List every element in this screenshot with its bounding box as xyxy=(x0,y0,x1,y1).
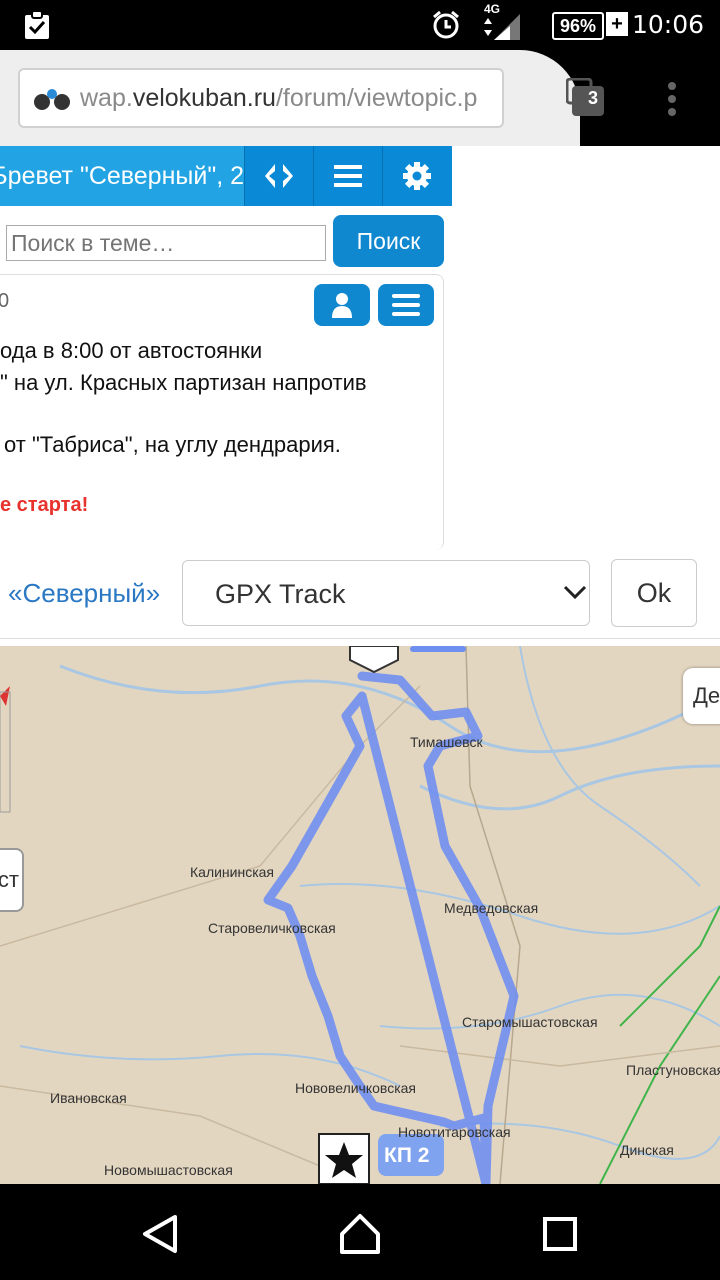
hamburger-icon xyxy=(334,165,362,187)
map-label: Динская xyxy=(620,1142,674,1158)
divider xyxy=(0,638,720,639)
map-label: Пластуновская xyxy=(626,1062,720,1078)
browser-menu-button[interactable] xyxy=(660,80,684,120)
search-button[interactable]: Поиск xyxy=(333,215,444,267)
home-button[interactable] xyxy=(338,1212,382,1256)
more-vert-icon xyxy=(668,82,676,116)
map-control-left[interactable]: ст xyxy=(0,848,24,912)
map-label: Медведовская xyxy=(444,900,539,916)
url-path: /forum/viewtopic.p xyxy=(275,84,478,112)
code-arrows-icon xyxy=(265,164,293,188)
recents-button[interactable] xyxy=(542,1216,578,1252)
clipboard-check-icon xyxy=(25,10,49,39)
signal-icon xyxy=(484,14,520,40)
topic-title-text: Бревет "Северный", 2 xyxy=(0,162,244,190)
battery-icon: 96% xyxy=(552,12,604,40)
topic-menu-button[interactable] xyxy=(313,146,382,206)
site-favicon-icon xyxy=(34,89,70,110)
post-menu-button[interactable] xyxy=(378,284,434,326)
hamburger-icon xyxy=(392,294,420,316)
tab-count: 3 xyxy=(587,88,598,108)
post-meta: 0 xyxy=(0,290,10,312)
address-bar[interactable]: wap.velokuban.ru/forum/viewtopic.p xyxy=(18,68,504,128)
alarm-icon xyxy=(433,10,459,39)
topic-search-input[interactable] xyxy=(6,225,326,261)
map-label: Старомышастовская xyxy=(462,1014,598,1030)
url-prefix: wap. xyxy=(80,84,133,112)
gpx-route-link[interactable]: «Северный» xyxy=(8,578,160,609)
tab-switcher-button[interactable]: 3 xyxy=(566,78,604,116)
post-line: от "Табриса", на углу дендрария. xyxy=(4,432,341,457)
map-label: Новотитаровская xyxy=(398,1124,511,1140)
post-warning: е старта! xyxy=(0,494,89,516)
user-icon xyxy=(332,293,352,318)
back-button[interactable] xyxy=(140,1214,180,1254)
android-nav-bar xyxy=(0,1184,720,1280)
ok-button[interactable]: Ok xyxy=(611,559,697,627)
map-label: Ивановская xyxy=(50,1090,127,1106)
topic-header: Бревет "Северный", 2 xyxy=(0,146,452,206)
checkpoint-label: КП 2 xyxy=(384,1144,430,1167)
route-map[interactable]: Тимашевск Калининская Старовеличковская … xyxy=(0,646,720,1184)
gpx-select-value: GPX Track xyxy=(215,579,346,609)
post-line: ода в 8:00 от автостоянки xyxy=(0,338,263,363)
profile-button[interactable] xyxy=(314,284,370,326)
map-label: Старовеличковская xyxy=(208,920,336,936)
map-label: Нововеличковская xyxy=(295,1080,416,1096)
topic-title[interactable]: Бревет "Северный", 2 xyxy=(0,146,244,206)
settings-button[interactable] xyxy=(382,146,451,206)
gear-icon xyxy=(403,162,431,190)
charging-plus-icon: + xyxy=(606,12,628,36)
map-label: Калининская xyxy=(190,864,275,880)
gpx-format-select[interactable]: GPX Track xyxy=(182,560,590,626)
map-label: Тимашевск xyxy=(410,734,483,750)
status-bar: 4G 96% + 10:06 xyxy=(0,0,720,50)
url-text: wap.velokuban.ru/forum/viewtopic.p xyxy=(80,84,490,113)
chevron-down-icon xyxy=(563,585,587,600)
navigate-button[interactable] xyxy=(244,146,313,206)
map-control-right[interactable]: Де xyxy=(683,668,720,724)
map-label: Новомышастовская xyxy=(104,1162,233,1178)
post-line: " на ул. Красных партизан напротив xyxy=(0,370,367,395)
url-domain: velokuban.ru xyxy=(132,84,276,112)
clock: 10:06 xyxy=(631,10,704,39)
